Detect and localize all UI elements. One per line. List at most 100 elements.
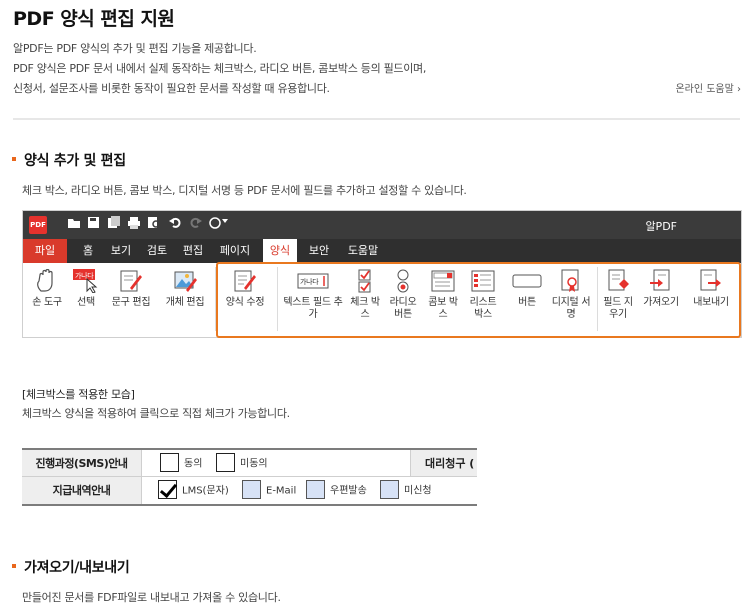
ribbon: 손 도구 가나다 선택 문구 편집 개체 편집 양식 수정 가나다 텍스트 필드… <box>23 263 741 337</box>
section-title-import-export: 가져오기/내보내기 <box>12 557 130 577</box>
form-row-header: 진행과정(SMS)안내 <box>22 450 142 476</box>
menu-file[interactable]: 파일 <box>23 239 67 263</box>
tool-label: 텍스트 필드 추가 <box>283 297 343 320</box>
ribbon-separator <box>597 267 598 331</box>
tool-label: 가져오기 <box>643 297 679 308</box>
checkbox[interactable] <box>160 453 179 472</box>
form-option-label: E-Mail <box>266 485 297 497</box>
tool-digital-signature[interactable]: 디지털 서명 <box>551 269 591 321</box>
save-icon[interactable] <box>87 216 100 232</box>
tool-checkbox[interactable]: 체크 박스 <box>349 269 381 321</box>
checkbox[interactable] <box>380 480 399 499</box>
tool-label: 손 도구 <box>32 297 62 308</box>
checkbox-form-example: 진행과정(SMS)안내 동의 미동의 대리청구 ( 지급내역안내 LMS(문자)… <box>22 448 477 508</box>
menu-help[interactable]: 도움말 <box>341 239 385 263</box>
menu-form[interactable]: 양식 <box>263 239 297 263</box>
tool-label: 리스트 박스 <box>469 297 497 320</box>
form-row: 진행과정(SMS)안내 동의 미동의 대리청구 ( <box>22 448 477 477</box>
print-preview-icon[interactable] <box>147 216 161 232</box>
digital-signature-icon <box>558 269 584 293</box>
checkbox[interactable] <box>242 480 261 499</box>
tool-combo-box[interactable]: 콤보 박스 <box>427 269 459 321</box>
redo-icon[interactable] <box>189 216 202 232</box>
select-icon: 가나다 <box>73 269 99 294</box>
list-box-icon <box>470 269 496 293</box>
tool-export[interactable]: 내보내기 <box>687 269 735 309</box>
form-option-label: 우편발송 <box>330 485 367 497</box>
tool-label: 문구 편집 <box>111 297 151 308</box>
intro-line-1: 알PDF는 PDF 양식의 추가 및 편집 기능을 제공합니다. <box>13 42 257 55</box>
tool-object-edit[interactable]: 개체 편집 <box>161 269 209 309</box>
checkbox[interactable] <box>216 453 235 472</box>
tool-label: 내보내기 <box>693 297 729 308</box>
app-title: 알PDF <box>645 220 677 233</box>
checkbox[interactable] <box>306 480 325 499</box>
tool-label: 디지털 서명 <box>551 297 591 320</box>
tool-label: 필드 지우기 <box>603 297 633 320</box>
checkbox-icon <box>352 269 378 293</box>
form-edit-icon <box>232 269 258 293</box>
tool-list-box[interactable]: 리스트 박스 <box>467 269 499 321</box>
app-screenshot: PDF 알PDF 파일 홈 보기 검토 편집 페이지 양식 보안 도움말 손 도… <box>22 210 742 338</box>
combo-box-icon <box>430 269 456 293</box>
tool-import[interactable]: 가져오기 <box>639 269 683 309</box>
form-option[interactable]: E-Mail <box>242 480 297 502</box>
tool-button[interactable]: 버튼 <box>509 269 545 309</box>
tool-text-field[interactable]: 가나다 텍스트 필드 추가 <box>283 269 343 321</box>
example-desc: 체크박스 양식을 적용하여 클릭으로 직접 체크가 가능합니다. <box>22 407 290 420</box>
export-icon <box>698 269 724 293</box>
tool-label: 개체 편집 <box>165 297 205 308</box>
form-row: 지급내역안내 LMS(문자) E-Mail 우편발송 미신청 <box>22 477 477 506</box>
section-title-form-edit: 양식 추가 및 편집 <box>12 150 126 170</box>
form-option-label: 미신청 <box>404 485 432 497</box>
icon-text: 가나다 <box>75 271 94 280</box>
tool-label: 체크 박스 <box>350 297 380 320</box>
menu-review[interactable]: 검토 <box>141 239 173 263</box>
ribbon-separator <box>277 267 278 331</box>
tool-label: 양식 수정 <box>225 297 265 308</box>
tool-form-edit[interactable]: 양식 수정 <box>221 269 269 309</box>
customize-quick-access-icon[interactable] <box>209 216 229 232</box>
section-desc-form-edit: 체크 박스, 라디오 버튼, 콤보 박스, 디지털 서명 등 PDF 문서에 필… <box>22 184 467 197</box>
form-row-header: 대리청구 ( <box>410 450 477 476</box>
form-option[interactable]: 미신청 <box>380 480 432 502</box>
form-option-label: 동의 <box>184 458 203 470</box>
tool-label: 선택 <box>77 297 95 308</box>
menu-page[interactable]: 페이지 <box>213 239 257 263</box>
app-logo-icon: PDF <box>29 216 47 234</box>
form-option[interactable]: 미동의 <box>216 453 268 475</box>
folder-icon[interactable] <box>67 216 81 232</box>
save-all-icon[interactable] <box>107 216 121 232</box>
print-icon[interactable] <box>127 216 141 232</box>
online-help-link[interactable]: 온라인 도움말 › <box>675 80 741 95</box>
intro-line-3: 신청서, 설문조사를 비롯한 동작이 필요한 문서를 작성할 때 유용합니다. <box>13 82 330 95</box>
radio-button-icon <box>390 269 416 293</box>
page-title: PDF 양식 편집 지원 <box>13 8 175 30</box>
form-option[interactable]: LMS(문자) <box>158 480 229 502</box>
bullet-icon <box>12 564 16 568</box>
app-titlebar: PDF 알PDF <box>23 211 741 239</box>
menu-view[interactable]: 보기 <box>105 239 137 263</box>
text-field-icon: 가나다 <box>297 269 329 293</box>
bullet-icon <box>12 157 16 161</box>
tool-hand[interactable]: 손 도구 <box>27 268 67 309</box>
form-row-header: 지급내역안내 <box>22 477 142 504</box>
clear-fields-icon <box>605 269 631 293</box>
tool-text-edit[interactable]: 문구 편집 <box>107 269 155 309</box>
form-option[interactable]: 동의 <box>160 453 203 475</box>
undo-icon[interactable] <box>169 216 182 232</box>
tool-clear-fields[interactable]: 필드 지우기 <box>601 269 635 321</box>
tool-label: 라디오 버튼 <box>389 297 417 320</box>
divider <box>13 118 740 120</box>
menu-home[interactable]: 홈 <box>75 239 101 263</box>
example-caption: [체크박스를 적용한 모습] <box>22 388 135 401</box>
intro-line-2: PDF 양식은 PDF 문서 내에서 실제 동작하는 체크박스, 라디오 버튼,… <box>13 62 427 75</box>
form-option[interactable]: 우편발송 <box>306 480 367 502</box>
menu-security[interactable]: 보안 <box>303 239 335 263</box>
hand-icon <box>34 268 60 293</box>
tool-radio-button[interactable]: 라디오 버튼 <box>387 269 419 321</box>
tool-select[interactable]: 가나다 선택 <box>69 269 103 309</box>
menu-edit[interactable]: 편집 <box>177 239 209 263</box>
text-edit-icon <box>118 269 144 293</box>
checkbox-checked[interactable] <box>158 480 177 499</box>
